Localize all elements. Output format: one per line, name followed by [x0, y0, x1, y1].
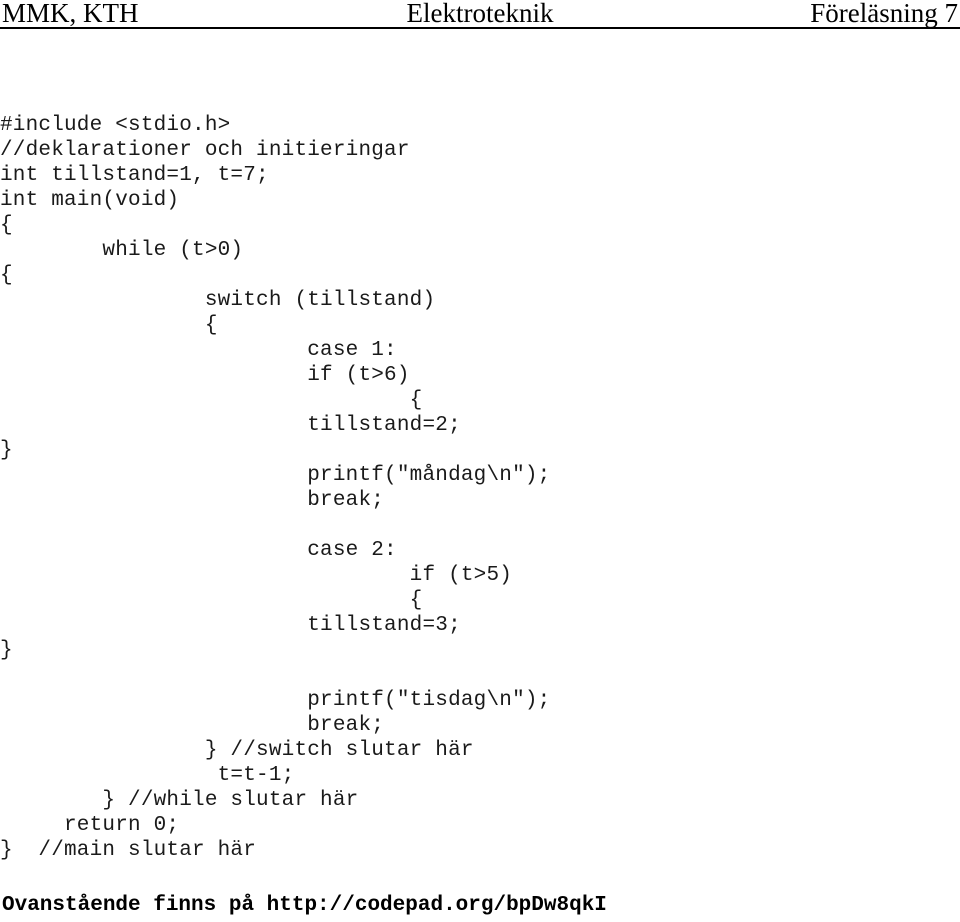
code-line: int tillstand=1, t=7; [0, 164, 269, 187]
code-line: //deklarationer och initieringar [0, 139, 410, 162]
code-line: int main(void) [0, 189, 180, 212]
footer-source-note: Ovanstående finns på http://codepad.org/… [2, 894, 607, 917]
code-line: { [0, 264, 13, 287]
code-line: case 2: [0, 539, 397, 562]
code-line: switch (tillstand) [0, 289, 436, 312]
code-line: t=t-1; [0, 764, 295, 787]
code-listing: #include <stdio.h>//deklarationer och in… [0, 113, 960, 863]
code-line: while (t>0) [0, 239, 244, 262]
code-line: return 0; [0, 814, 180, 837]
header-divider [0, 27, 960, 29]
code-line: { [0, 389, 423, 412]
code-line: { [0, 214, 13, 237]
code-line: case 1: [0, 339, 397, 362]
code-line: } //main slutar här [0, 839, 257, 862]
code-line: { [0, 589, 423, 612]
code-line: break; [0, 714, 385, 737]
code-line: if (t>6) [0, 364, 410, 387]
page-header: MMK, KTH Elektroteknik Föreläsning 7 [0, 0, 960, 30]
header-lecture: Föreläsning 7 [810, 0, 958, 28]
code-line: { [0, 314, 218, 337]
code-line: tillstand=2; [0, 414, 461, 437]
code-line: } //switch slutar här [0, 739, 474, 762]
code-line: } //while slutar här [0, 789, 359, 812]
code-line: if (t>5) [0, 564, 513, 587]
code-line: #include <stdio.h> [0, 114, 231, 137]
header-row: MMK, KTH Elektroteknik Föreläsning 7 [0, 0, 960, 28]
code-line: printf("måndag\n"); [0, 464, 551, 487]
code-line: break; [0, 489, 385, 512]
code-line: } [0, 639, 13, 662]
page-footer: Ovanstående finns på http://codepad.org/… [0, 893, 960, 918]
code-line: } [0, 439, 13, 462]
code-line: tillstand=3; [0, 614, 461, 637]
code-line: printf("tisdag\n"); [0, 689, 551, 712]
